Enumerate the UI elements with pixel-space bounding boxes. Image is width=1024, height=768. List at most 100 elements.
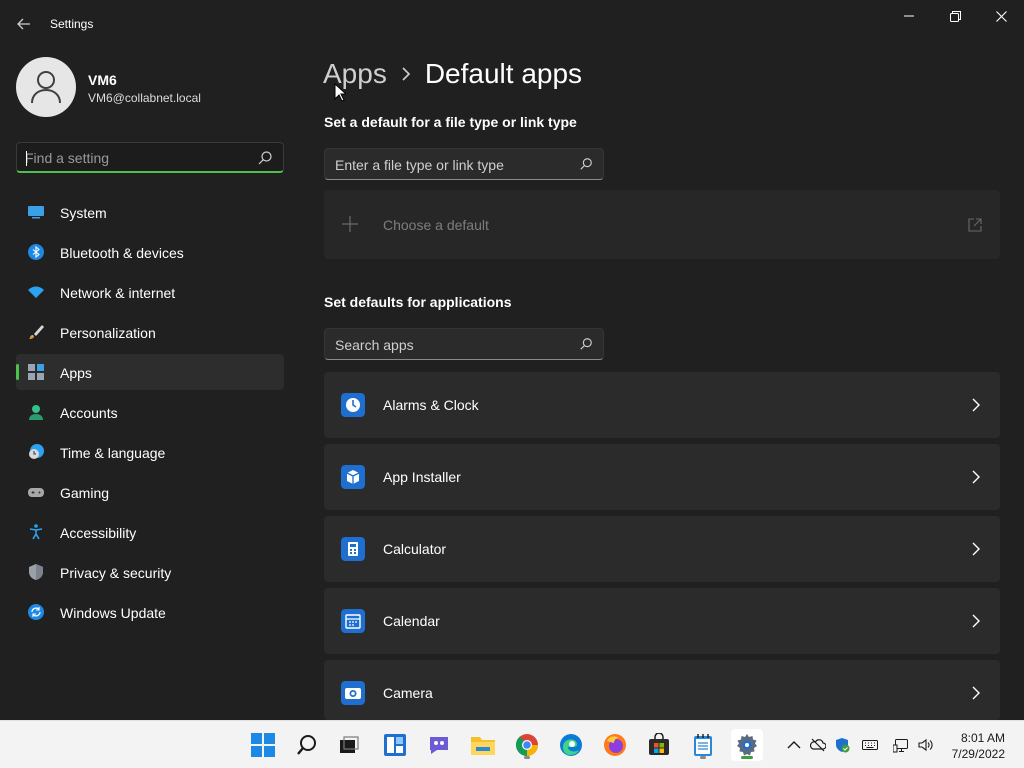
running-indicator (700, 756, 706, 759)
running-indicator (524, 756, 530, 759)
sidebar-item-windows-update[interactable]: Windows Update (16, 594, 284, 630)
clock[interactable]: 8:01 AM 7/29/2022 (952, 730, 1005, 762)
taskbar-edge[interactable] (555, 729, 587, 761)
profile-name: VM6 (88, 72, 117, 88)
person-icon (31, 71, 61, 104)
security-icon[interactable] (834, 737, 850, 753)
keyboard-icon[interactable] (862, 737, 878, 753)
profile-email: VM6@collabnet.local (88, 91, 201, 105)
minimize-icon (904, 15, 914, 17)
sidebar-item-label: Accounts (60, 405, 118, 421)
apps-icon (28, 364, 44, 380)
shield-icon (29, 564, 43, 580)
taskbar-chrome[interactable] (511, 729, 543, 761)
sidebar-item-label: Accessibility (60, 525, 137, 541)
app-installer-icon (341, 465, 365, 489)
notepad-icon (694, 734, 712, 756)
search-apps-placeholder: Search apps (335, 337, 414, 353)
sidebar-item-label: Personalization (60, 325, 156, 341)
taskbar-firefox[interactable] (599, 729, 631, 761)
selection-indicator (16, 364, 19, 380)
search-icon[interactable] (579, 337, 593, 351)
mouse-cursor-icon (334, 83, 346, 102)
sidebar-item-accessibility[interactable]: Accessibility (16, 514, 284, 550)
taskbar-start[interactable] (247, 729, 279, 761)
search-icon[interactable] (579, 157, 593, 171)
taskbar-settings[interactable] (731, 729, 763, 761)
back-arrow-icon (17, 18, 30, 30)
text-caret (26, 151, 27, 166)
taskbar: 8:01 AM 7/29/2022 (0, 720, 1024, 768)
taskbar-search[interactable] (291, 729, 323, 761)
volume-icon[interactable] (918, 737, 934, 753)
calendar-icon (341, 609, 365, 633)
taskbar-store[interactable] (643, 729, 675, 761)
chevron-right-icon (972, 542, 980, 556)
network-icon[interactable] (893, 737, 909, 753)
sidebar-item-label: Privacy & security (60, 565, 172, 581)
sidebar-item-label: Gaming (60, 485, 110, 501)
breadcrumb-parent[interactable]: Apps (323, 58, 387, 90)
search-apps-input[interactable]: Search apps (324, 328, 604, 360)
wifi-icon (28, 286, 44, 298)
active-indicator (741, 756, 753, 759)
close-icon (995, 10, 1007, 22)
avatar[interactable] (16, 57, 76, 117)
sidebar-item-privacy[interactable]: Privacy & security (16, 554, 284, 590)
close-button[interactable] (978, 0, 1024, 32)
restore-button[interactable] (932, 0, 978, 32)
edge-icon (560, 734, 582, 756)
app-name: App Installer (383, 469, 461, 485)
chevron-up-icon[interactable] (786, 737, 802, 753)
settings-icon (737, 734, 757, 756)
chevron-right-icon (972, 686, 980, 700)
app-row-alarms-clock[interactable]: Alarms & Clock (324, 372, 1000, 438)
widgets-icon (384, 734, 406, 756)
file-type-search-placeholder: Enter a file type or link type (335, 157, 504, 173)
sidebar-item-network[interactable]: Network & internet (16, 274, 284, 310)
app-row-app-installer[interactable]: App Installer (324, 444, 1000, 510)
app-row-calculator[interactable]: Calculator (324, 516, 1000, 582)
sidebar-item-time-language[interactable]: Time & language (16, 434, 284, 470)
sidebar-item-accounts[interactable]: Accounts (16, 394, 284, 430)
sidebar-item-bluetooth[interactable]: Bluetooth & devices (16, 234, 284, 270)
taskbar-chat[interactable] (423, 729, 455, 761)
choose-default-card[interactable]: Choose a default (324, 190, 1000, 259)
app-row-camera[interactable]: Camera (324, 660, 1000, 720)
system-icon (28, 206, 44, 219)
open-external-icon (968, 218, 982, 232)
file-type-search-input[interactable]: Enter a file type or link type (324, 148, 604, 180)
app-name: Camera (383, 685, 433, 701)
search-icon[interactable] (257, 150, 273, 166)
sidebar-item-personalization[interactable]: Personalization (16, 314, 284, 350)
clock-date: 7/29/2022 (951, 747, 1005, 761)
taskbar-file-explorer[interactable] (467, 729, 499, 761)
choose-default-label: Choose a default (383, 217, 489, 233)
task-view-icon (340, 736, 359, 753)
calculator-icon (341, 537, 365, 561)
taskbar-widgets[interactable] (379, 729, 411, 761)
taskbar-notepad[interactable] (687, 729, 719, 761)
gamepad-icon (28, 488, 44, 497)
sidebar-item-gaming[interactable]: Gaming (16, 474, 284, 510)
taskbar-task-view[interactable] (333, 729, 365, 761)
app-name: Alarms & Clock (383, 397, 479, 413)
title-bar: Settings (0, 0, 1024, 48)
sidebar-item-label: System (60, 205, 107, 221)
chevron-right-icon (402, 67, 410, 81)
sidebar-item-apps[interactable]: Apps (16, 354, 284, 390)
sidebar-item-label: Apps (60, 365, 92, 381)
app-name: Calendar (383, 613, 440, 629)
minimize-button[interactable] (886, 0, 932, 32)
app-row-calendar[interactable]: Calendar (324, 588, 1000, 654)
sidebar-nav: System Bluetooth & devices Network & int… (16, 194, 284, 634)
restore-icon (949, 10, 961, 22)
onedrive-icon[interactable] (810, 737, 826, 753)
find-setting-input[interactable] (25, 149, 245, 167)
sidebar-item-system[interactable]: System (16, 194, 284, 230)
file-type-section-title: Set a default for a file type or link ty… (324, 114, 577, 130)
apps-section-title: Set defaults for applications (324, 294, 512, 310)
camera-icon (341, 681, 365, 705)
back-button[interactable] (12, 12, 36, 36)
find-setting-box[interactable] (16, 142, 284, 173)
